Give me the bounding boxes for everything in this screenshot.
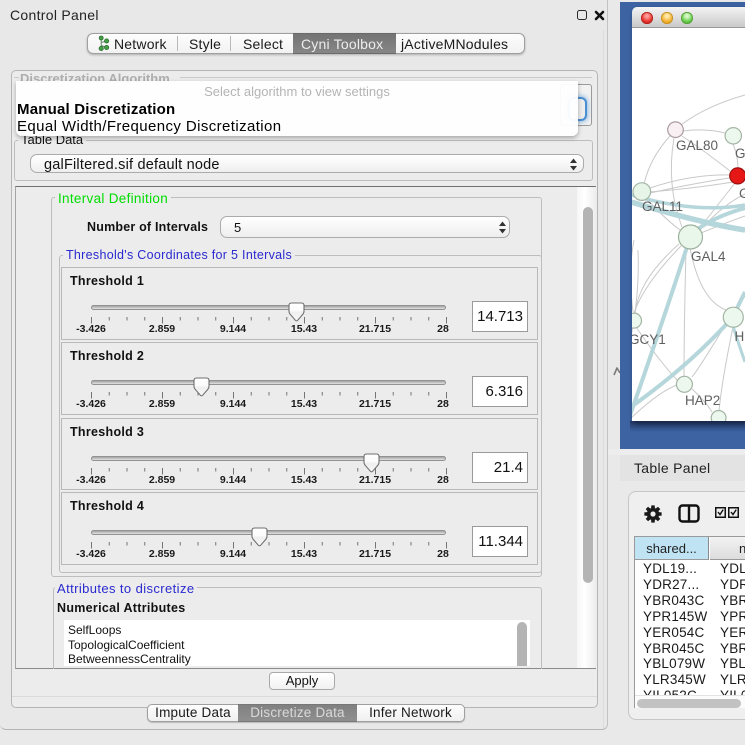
svg-text:GAL80: GAL80 <box>676 138 718 153</box>
svg-text:GAL4: GAL4 <box>691 249 726 264</box>
svg-text:GAL11: GAL11 <box>642 199 683 214</box>
svg-text:H: H <box>735 329 745 344</box>
svg-text:HAP2: HAP2 <box>685 393 720 408</box>
svg-text:GA: GA <box>735 146 745 161</box>
svg-text:GCY1: GCY1 <box>632 332 666 347</box>
svg-text:C: C <box>739 186 745 201</box>
